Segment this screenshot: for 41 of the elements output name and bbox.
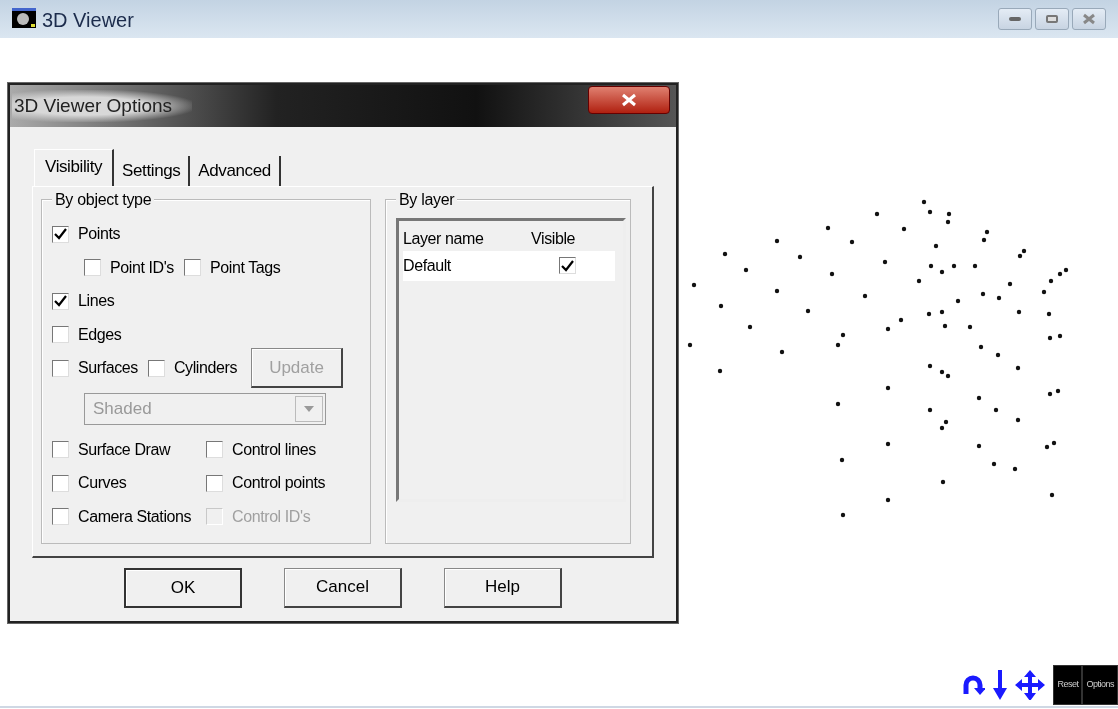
checkbox[interactable]: Point Tags bbox=[184, 255, 281, 280]
app-icon bbox=[12, 8, 36, 28]
checkbox[interactable]: Surface Draw bbox=[52, 437, 196, 462]
caret-icon bbox=[304, 406, 314, 412]
check-icon bbox=[54, 228, 67, 241]
checkbox[interactable]: Lines bbox=[52, 289, 115, 314]
minimize-icon bbox=[1008, 16, 1022, 22]
window-title: 3D Viewer bbox=[42, 8, 134, 32]
layer-name: Default bbox=[403, 255, 452, 276]
reset-button[interactable]: Reset bbox=[1053, 665, 1083, 705]
checkbox[interactable]: Points bbox=[52, 222, 121, 247]
checkbox[interactable]: Surfaces bbox=[52, 356, 138, 381]
checkbox[interactable]: Point ID's bbox=[84, 255, 174, 280]
checkbox[interactable]: Control lines bbox=[206, 437, 358, 462]
visible-checkbox[interactable] bbox=[559, 257, 576, 274]
minimize-button[interactable] bbox=[998, 8, 1032, 30]
checkbox[interactable]: Camera Stations bbox=[52, 504, 196, 529]
maximize-button[interactable] bbox=[1035, 8, 1069, 30]
help-button[interactable]: Help bbox=[444, 567, 562, 608]
cancel-button[interactable]: Cancel bbox=[284, 567, 402, 608]
move-icon[interactable] bbox=[1015, 670, 1046, 700]
checkbox[interactable]: Edges bbox=[52, 322, 122, 347]
rotate-icon[interactable] bbox=[961, 673, 986, 697]
close-icon bbox=[1082, 13, 1096, 25]
arrow-down-icon[interactable] bbox=[993, 670, 1008, 700]
dialog-title: 3D Viewer Options bbox=[12, 89, 193, 123]
checkbox[interactable]: Cylinders bbox=[147, 356, 238, 381]
close-icon bbox=[621, 93, 637, 108]
tab[interactable]: Visibility bbox=[34, 149, 115, 186]
checkbox[interactable]: Control points bbox=[206, 471, 358, 496]
ok-button[interactable]: OK bbox=[124, 567, 242, 608]
tab[interactable]: Advanced bbox=[190, 156, 281, 186]
maximize-icon bbox=[1045, 14, 1059, 24]
tab[interactable]: Settings bbox=[114, 156, 191, 186]
check-icon bbox=[54, 295, 67, 308]
column-header: Layer name bbox=[403, 228, 485, 249]
options-button[interactable]: Options bbox=[1082, 665, 1118, 705]
check-icon bbox=[561, 259, 574, 272]
checkbox[interactable]: Curves bbox=[52, 471, 196, 496]
close-button[interactable] bbox=[588, 86, 670, 114]
column-header: Visible bbox=[531, 228, 576, 249]
